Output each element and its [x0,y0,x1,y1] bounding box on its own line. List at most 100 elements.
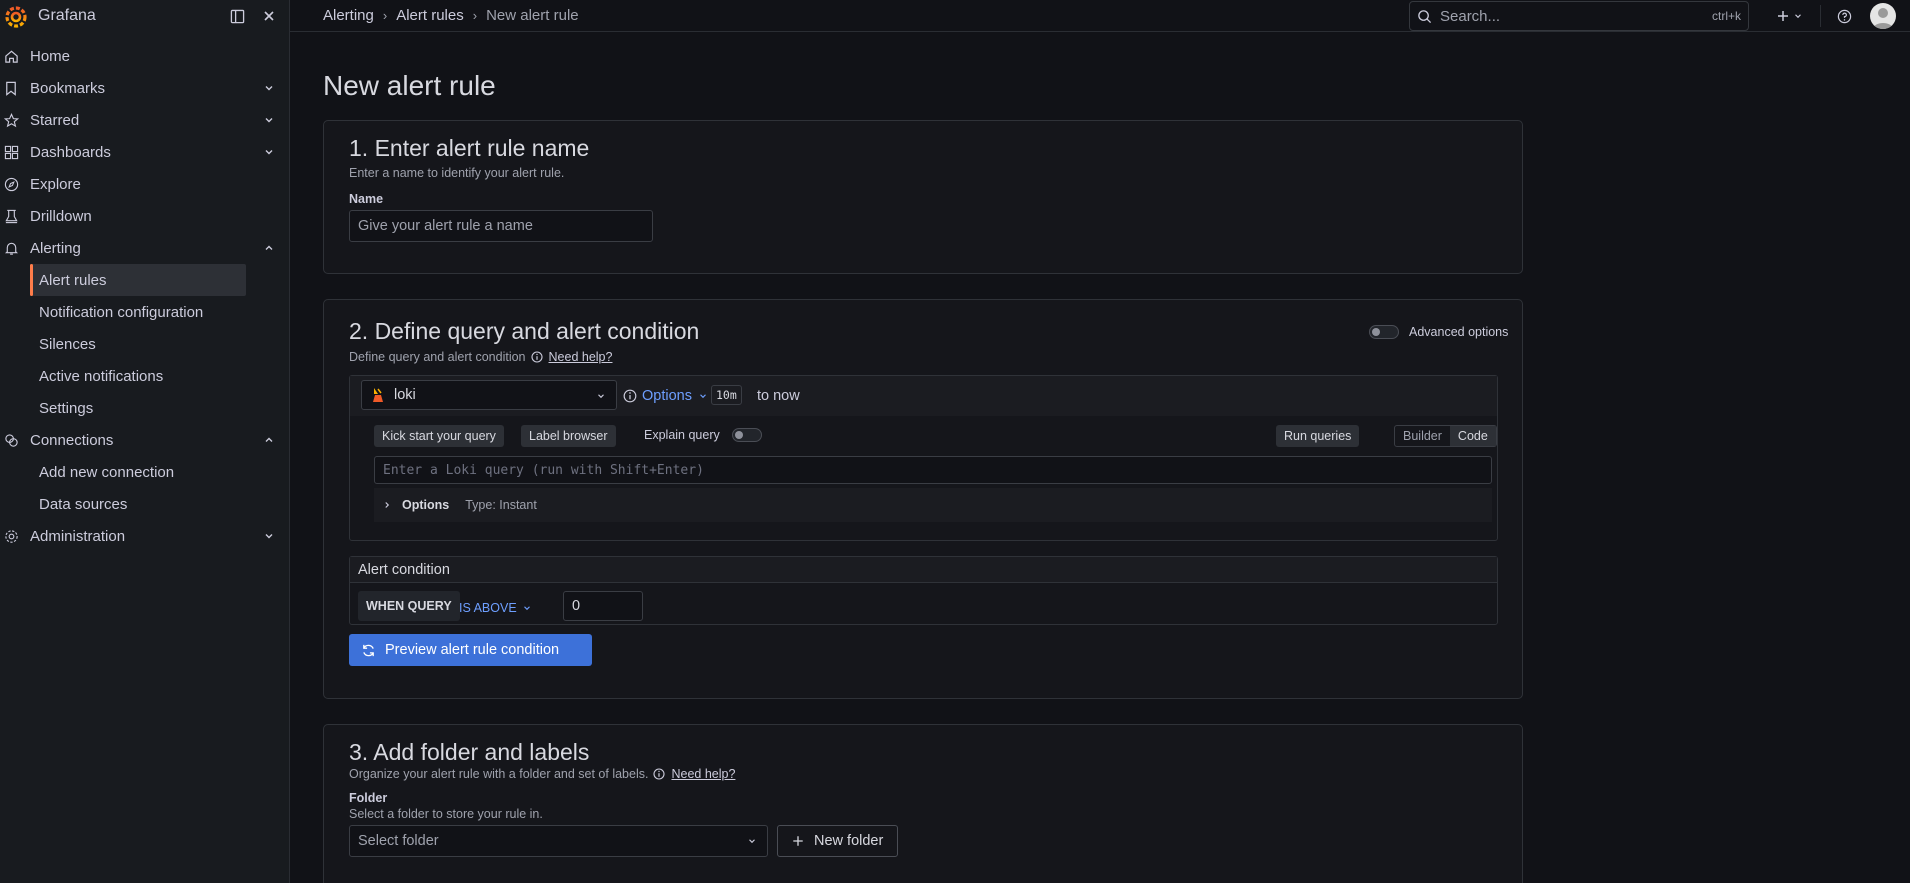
apps-icon [3,144,19,160]
sidebar-item-label: Starred [30,111,80,129]
sidebar-item-notification-configuration[interactable]: Notification configuration [0,296,289,328]
sidebar-item-administration[interactable]: Administration [0,520,289,552]
help-icon [1837,9,1851,23]
section-heading: 1. Enter alert rule name [349,135,590,161]
compass-icon [3,176,19,192]
sidebar-item-connections[interactable]: Connections [0,424,289,456]
chevron-up-icon[interactable] [263,434,275,446]
bookmark-icon [3,80,19,96]
query-options-row[interactable]: Options Type: Instant [374,488,1492,522]
help-button[interactable] [1832,4,1856,28]
breadcrumb: Alerting › Alert rules › New alert rule [290,7,579,24]
folder-select[interactable]: Select folder [349,825,768,857]
sidebar-item-label: Alert rules [39,271,107,289]
mode-code[interactable]: Code [1449,426,1496,446]
run-queries-button[interactable]: Run queries [1276,425,1360,447]
sidebar-item-data-sources[interactable]: Data sources [0,488,289,520]
folder-description: Select a folder to store your rule in. [349,807,543,821]
threshold-value: 0 [572,598,581,614]
sidebar-item-settings[interactable]: Settings [0,392,289,424]
search-input[interactable]: Search... ctrl+k [1409,1,1749,31]
search-icon [1418,9,1432,23]
mode-builder[interactable]: Builder [1395,426,1450,446]
sidebar-item-label: Drilldown [30,207,92,225]
plus-icon [1777,11,1788,21]
top-bar: Alerting › Alert rules › New alert rule … [290,0,1910,32]
datasource-name: loki [394,387,416,403]
dock-menu-icon[interactable] [225,4,249,28]
close-menu-icon[interactable] [257,4,281,28]
editor-mode-switch: Builder Code [1394,425,1497,447]
sidebar-item-label: Connections [30,431,114,449]
sidebar-item-dashboards[interactable]: Dashboards [0,136,289,168]
sidebar-brand: Grafana [0,0,289,32]
chevron-down-icon [523,606,530,611]
alert-condition-title: Alert condition [350,557,1497,583]
chevron-down-icon [700,394,706,399]
bell-icon [3,240,19,256]
sidebar-item-alerting[interactable]: Alerting [0,232,289,264]
sidebar-item-label: Data sources [39,495,128,513]
sidebar-item-bookmarks[interactable]: Bookmarks [0,72,289,104]
operator-label: IS ABOVE [459,601,517,615]
sidebar-item-active-notifications[interactable]: Active notifications [0,360,289,392]
folder-label: Folder [349,791,388,805]
main-content: New alert rule 1. Enter alert rule name … [290,33,1910,883]
sidebar-item-home[interactable]: Home [0,40,289,72]
name-label: Name [349,192,384,206]
breadcrumb-separator-icon: › [382,8,388,23]
rule-name-input[interactable]: Give your alert rule a name [349,210,653,242]
advanced-options-toggle[interactable] [1369,325,1399,339]
need-help-link[interactable]: Need help? [549,350,613,364]
query-input[interactable]: Enter a Loki query (run with Shift+Enter… [374,456,1492,484]
section-rule-name: 1. Enter alert rule name Enter a name to… [323,120,1523,274]
search-shortcut: ctrl+k [1711,9,1741,23]
new-folder-button[interactable]: New folder [777,825,899,857]
breadcrumb-alerting[interactable]: Alerting [323,7,374,24]
cog-icon [3,528,19,544]
chevron-down-icon [1794,14,1801,19]
preview-condition-button[interactable]: Preview alert rule condition [349,634,592,666]
sidebar-item-add-new-connection[interactable]: Add new connection [0,456,289,488]
kick-start-button[interactable]: Kick start your query [374,425,504,447]
chevron-up-icon[interactable] [263,242,275,254]
breadcrumb-alert-rules[interactable]: Alert rules [396,7,464,24]
time-range-suffix: to now [757,388,800,404]
grafana-logo[interactable] [4,4,28,28]
sidebar-item-silences[interactable]: Silences [0,328,289,360]
query-options-label: Options [402,498,450,512]
page-title: New alert rule [323,70,496,101]
sidebar-item-explore[interactable]: Explore [0,168,289,200]
sidebar-item-label: Dashboards [30,143,111,161]
chevron-down-icon[interactable] [263,146,275,158]
condition-operator-select[interactable]: IS ABOVE [459,601,532,615]
new-menu-button[interactable] [1772,4,1806,28]
time-range-badge[interactable]: 10m [711,385,742,405]
info-icon[interactable] [623,389,637,403]
preview-button-label: Preview alert rule condition [385,642,560,658]
alert-condition-box: Alert condition WHEN QUERY IS ABOVE 0 [349,556,1498,625]
section-folder-labels: 3. Add folder and labels Organize your a… [323,724,1523,883]
avatar[interactable] [1870,3,1896,29]
chevron-down-icon[interactable] [263,114,275,126]
query-options-button[interactable]: Options [642,388,708,404]
threshold-input[interactable]: 0 [563,591,643,621]
search-placeholder: Search... [1440,7,1501,25]
query-placeholder: Enter a Loki query (run with Shift+Enter… [383,462,704,478]
chevron-down-icon[interactable] [263,530,275,542]
section-description-text: Define query and alert condition [349,350,526,364]
datasource-picker[interactable]: loki [361,380,617,410]
sidebar-item-drilldown[interactable]: Drilldown [0,200,289,232]
explain-query-toggle[interactable] [732,428,762,442]
breadcrumb-current: New alert rule [486,7,579,24]
need-help-link[interactable]: Need help? [671,767,735,781]
sidebar-item-label: Explore [30,175,81,193]
chevron-down-icon [749,839,755,844]
sidebar-nav: Home Bookmarks Starred Dashboards Explor… [0,40,289,552]
info-icon [653,768,666,780]
sidebar-item-starred[interactable]: Starred [0,104,289,136]
section-description: Define query and alert condition Need he… [349,350,612,364]
chevron-down-icon[interactable] [263,82,275,94]
label-browser-button[interactable]: Label browser [521,425,616,447]
sidebar-item-alert-rules[interactable]: Alert rules [30,264,246,296]
